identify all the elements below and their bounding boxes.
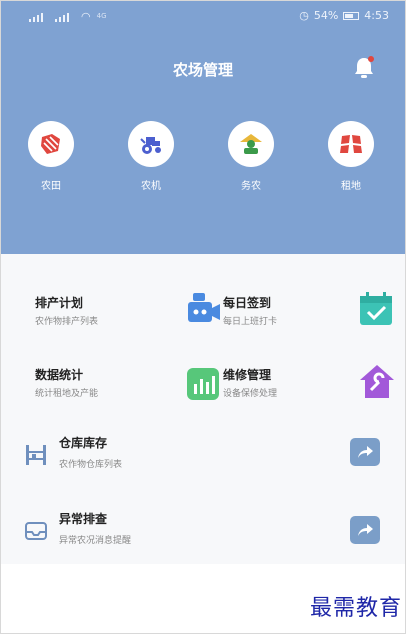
card-checkin[interactable]: 每日签到 每日上班打卡 — [223, 292, 405, 354]
signal-icon-2 — [55, 12, 75, 22]
farmland-icon — [41, 134, 60, 154]
card-title: 每日签到 — [223, 296, 272, 310]
notification-bell-icon[interactable] — [353, 55, 375, 79]
card-title: 排产计划 — [35, 296, 84, 310]
warehouse-icon — [23, 442, 49, 468]
share-arrow-icon — [358, 524, 373, 536]
signal-icon — [29, 12, 49, 22]
status-left: ◠ 4G — [29, 10, 107, 23]
share-arrow-button[interactable] — [350, 516, 380, 544]
farmland-icon-wrap — [28, 121, 74, 167]
row-title: 仓库库存 — [59, 436, 108, 450]
farmer-icon-wrap — [228, 121, 274, 167]
farmer-icon — [240, 134, 262, 154]
clock: 4:53 — [364, 9, 389, 22]
wifi-icon: ◠ — [81, 10, 91, 23]
row-subtitle: 农作物仓库列表 — [59, 460, 123, 470]
list-row-inventory[interactable]: 仓库库存 农作物仓库列表 — [1, 430, 405, 490]
status-right: ◷ 54% 4:53 — [299, 9, 389, 22]
card-title: 维修管理 — [223, 368, 272, 382]
quick-action-label: 租地 — [341, 181, 361, 192]
quick-action-farmer[interactable]: 务农 — [221, 121, 281, 192]
land-lease-icon-wrap — [328, 121, 374, 167]
watermark: 最需教育 — [309, 596, 402, 621]
card-title: 数据统计 — [35, 368, 84, 382]
battery-icon — [343, 11, 360, 20]
share-arrow-icon — [358, 446, 373, 458]
quick-action-land-lease[interactable]: 租地 — [321, 121, 381, 192]
share-arrow-button[interactable] — [350, 438, 380, 466]
network-label: 4G — [96, 12, 107, 20]
quick-action-tractor[interactable]: 农机 — [121, 121, 181, 192]
quick-actions: 农田 农机 务农 租地 — [1, 121, 405, 201]
status-bar: ◠ 4G ◷ 54% 4:53 — [1, 1, 405, 31]
camera-plan-icon — [185, 290, 223, 328]
card-subtitle: 设备保修处理 — [223, 389, 278, 399]
house-wrench-icon — [357, 362, 395, 400]
row-subtitle: 异常农况消息提醒 — [59, 536, 132, 546]
calendar-check-icon — [357, 290, 395, 328]
land-lease-icon — [340, 135, 362, 153]
main-content: 排产计划 农作物排产列表 每日签到 每日上班打卡 数据统计 统计租地及产能 维修… — [1, 254, 405, 564]
inbox-alert-icon — [23, 518, 49, 544]
quick-action-label: 农田 — [41, 181, 61, 192]
quick-action-label: 务农 — [241, 181, 261, 192]
quick-action-farmland[interactable]: 农田 — [21, 121, 81, 192]
card-subtitle: 统计租地及产能 — [35, 389, 99, 399]
card-schedule[interactable]: 排产计划 农作物排产列表 — [35, 293, 225, 354]
card-subtitle: 农作物排产列表 — [35, 317, 99, 327]
tractor-icon — [140, 137, 161, 154]
bar-chart-icon — [185, 366, 223, 404]
page-title: 农场管理 — [172, 61, 233, 79]
row-title: 异常排查 — [59, 512, 108, 526]
header: ◠ 4G ◷ 54% 4:53 农场管理 农田 农机 务农 租地 — [1, 1, 405, 254]
card-maintenance[interactable]: 维修管理 设备保修处理 — [223, 365, 405, 426]
card-subtitle: 每日上班打卡 — [223, 317, 278, 327]
battery-percent: 54% — [313, 9, 339, 22]
card-statistics[interactable]: 数据统计 统计租地及产能 — [35, 366, 225, 426]
app-frame: ◠ 4G ◷ 54% 4:53 农场管理 农田 农机 务农 租地 排产计划 农作… — [0, 0, 406, 634]
alarm-icon: ◷ — [299, 9, 309, 22]
tractor-icon-wrap — [128, 121, 174, 167]
list-row-anomaly[interactable]: 异常排查 异常农况消息提醒 — [1, 506, 405, 566]
quick-action-label: 农机 — [141, 181, 161, 192]
